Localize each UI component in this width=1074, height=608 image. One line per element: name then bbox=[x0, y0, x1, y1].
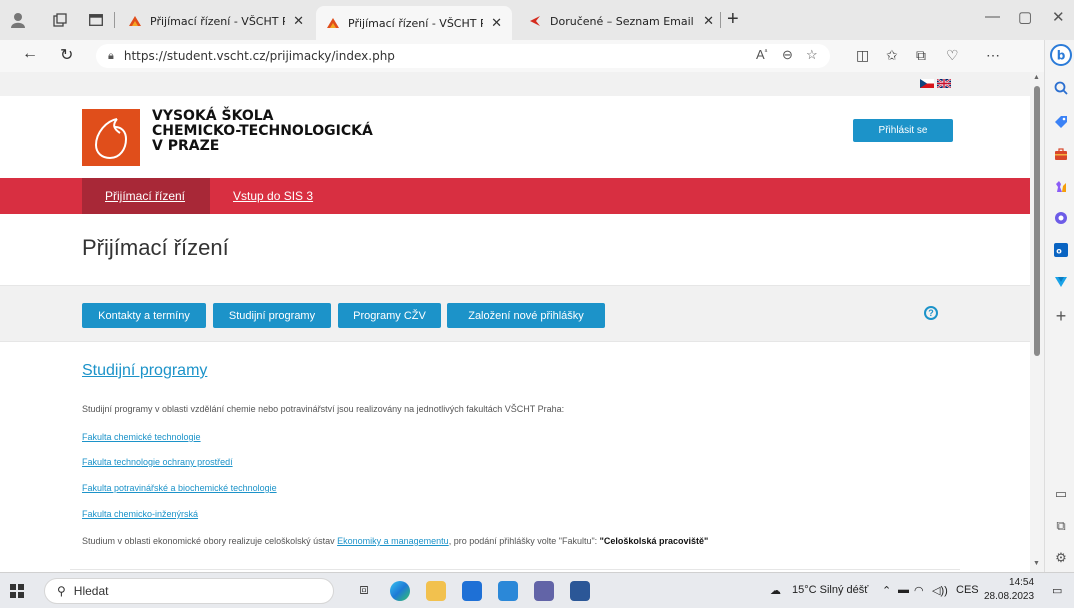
url-text: https://student.vscht.cz/prijimacky/inde… bbox=[123, 49, 395, 63]
language-bar bbox=[0, 72, 1030, 96]
school-name: VYSOKÁ ŠKOLA CHEMICKO-TECHNOLOGICKÁ V PR… bbox=[152, 108, 373, 154]
help-icon[interactable]: ? bbox=[924, 306, 938, 320]
collections-icon[interactable]: ⧉ bbox=[916, 47, 926, 64]
back-icon[interactable]: ← bbox=[22, 45, 38, 63]
close-tab-icon[interactable]: ✕ bbox=[703, 14, 714, 29]
tab-actions-icon[interactable] bbox=[86, 10, 106, 30]
svg-text:b: b bbox=[1057, 49, 1066, 63]
tab-prijimaci-2[interactable]: Přijímací řízení - VŠCHT Praha ✕ bbox=[316, 6, 512, 40]
address-bar[interactable]: 🔒︎ https://student.vscht.cz/prijimacky/i… bbox=[96, 44, 830, 68]
close-tab-icon[interactable]: ✕ bbox=[293, 14, 304, 29]
tray-chevron-icon[interactable]: ⌃ bbox=[882, 584, 891, 597]
volume-icon[interactable]: ◁)) bbox=[932, 584, 948, 597]
language-indicator[interactable]: CES bbox=[956, 584, 979, 596]
close-window-icon[interactable]: ✕ bbox=[1052, 8, 1065, 26]
notifications-icon[interactable]: ▭ bbox=[1052, 584, 1062, 597]
favorites-icon[interactable]: ✩ bbox=[886, 47, 898, 64]
word-icon[interactable] bbox=[570, 581, 590, 601]
workspaces-icon[interactable] bbox=[50, 10, 70, 30]
wifi-icon[interactable]: ◠ bbox=[914, 584, 924, 597]
tab-seznam-email[interactable]: Doručené – Seznam Email ✕ bbox=[518, 6, 724, 36]
more-options-icon[interactable]: ⋯ bbox=[986, 47, 1000, 64]
section-title[interactable]: Studijní programy bbox=[82, 362, 207, 380]
scroll-down-icon[interactable]: ▼ bbox=[1033, 560, 1040, 567]
main-nav: Přijímací řízení Vstup do SIS 3 bbox=[0, 178, 1030, 214]
windows-taskbar: ⚲ Hledat ⧈ ☁ 15°C Silný déšť ⌃ ▬ ◠ ◁)) C… bbox=[0, 572, 1074, 608]
page-scrollbar[interactable]: ▲ ▼ bbox=[1030, 72, 1044, 572]
tab-prijimaci-1[interactable]: Přijímací řízení - VŠCHT Praha ✕ bbox=[118, 6, 314, 36]
games-chess-icon[interactable] bbox=[1053, 178, 1069, 194]
file-explorer-icon[interactable] bbox=[426, 581, 446, 601]
faculty-link[interactable]: Fakulta chemické technologie bbox=[82, 432, 201, 442]
split-screen-icon[interactable]: ◫ bbox=[856, 47, 869, 64]
svg-text:o: o bbox=[1056, 247, 1062, 256]
maximize-icon[interactable]: ▢ bbox=[1018, 8, 1032, 26]
favorite-star-icon[interactable]: ☆ bbox=[806, 47, 818, 63]
economics-link[interactable]: Ekonomiky a managementu bbox=[337, 536, 449, 546]
search-icon: ⚲ bbox=[57, 584, 66, 598]
uk-flag-icon[interactable] bbox=[937, 79, 951, 88]
outlook-icon[interactable]: o bbox=[1053, 242, 1069, 258]
zoom-icon[interactable]: ⊖ bbox=[782, 47, 793, 63]
scroll-thumb[interactable] bbox=[1034, 86, 1040, 356]
lock-icon: 🔒︎ bbox=[108, 49, 114, 62]
faculty-link[interactable]: Fakulta potravinářské a biochemické tech… bbox=[82, 483, 277, 493]
vscht-favicon-icon bbox=[327, 18, 339, 28]
edge-taskbar-icon[interactable] bbox=[390, 581, 410, 601]
drop-icon[interactable] bbox=[1053, 274, 1069, 290]
store-icon[interactable] bbox=[462, 581, 482, 601]
refresh-icon[interactable]: ↻ bbox=[60, 45, 73, 65]
profile-icon[interactable] bbox=[8, 10, 28, 30]
economics-note: Studium v oblasti ekonomické obory reali… bbox=[82, 536, 709, 546]
nav-prijimaci-rizeni[interactable]: Přijímací řízení bbox=[105, 189, 185, 203]
task-view-icon[interactable]: ⧈ bbox=[354, 581, 374, 601]
minimize-icon[interactable]: — bbox=[985, 8, 1000, 25]
czech-flag-icon[interactable] bbox=[920, 79, 934, 88]
weather-text[interactable]: 15°C Silný déšť bbox=[792, 584, 868, 596]
page-viewport: VYSOKÁ ŠKOLA CHEMICKO-TECHNOLOGICKÁ V PR… bbox=[0, 72, 1030, 572]
contacts-dates-button[interactable]: Kontakty a termíny bbox=[82, 303, 206, 328]
browser-tab-strip: Přijímací řízení - VŠCHT Praha ✕ Přijíma… bbox=[0, 0, 1074, 40]
network-icon[interactable]: ▬ bbox=[898, 584, 909, 596]
page-title: Přijímací řízení bbox=[82, 235, 229, 260]
windows-start-icon[interactable] bbox=[10, 584, 24, 598]
new-application-button[interactable]: Založení nové přihlášky bbox=[447, 303, 605, 328]
seznam-favicon-icon bbox=[530, 16, 540, 26]
close-tab-icon[interactable]: ✕ bbox=[491, 16, 502, 31]
login-button[interactable]: Přihlásit se bbox=[853, 119, 953, 142]
add-sidebar-app-icon[interactable]: + bbox=[1053, 306, 1069, 326]
bing-copilot-icon[interactable]: b bbox=[1050, 44, 1072, 66]
czv-programs-button[interactable]: Programy CŽV bbox=[338, 303, 441, 328]
action-button-bar: Kontakty a termíny Studijní programy Pro… bbox=[0, 285, 1030, 342]
clock[interactable]: 14:54 28.08.2023 bbox=[984, 576, 1034, 604]
vscht-favicon-icon bbox=[129, 16, 141, 26]
nav-vstup-sis3[interactable]: Vstup do SIS 3 bbox=[233, 189, 313, 203]
search-icon[interactable] bbox=[1053, 80, 1069, 96]
tools-briefcase-icon[interactable] bbox=[1053, 146, 1069, 162]
teams-icon[interactable] bbox=[534, 581, 554, 601]
new-tab-button[interactable]: + bbox=[727, 8, 739, 31]
taskbar-search[interactable]: ⚲ Hledat bbox=[44, 578, 334, 604]
microsoft-365-icon[interactable] bbox=[1053, 210, 1069, 226]
mail-icon[interactable] bbox=[498, 581, 518, 601]
scroll-up-icon[interactable]: ▲ bbox=[1033, 74, 1040, 81]
study-programs-button[interactable]: Studijní programy bbox=[213, 303, 331, 328]
address-row: ← ↻ 🔒︎ https://student.vscht.cz/prijimac… bbox=[0, 40, 1074, 72]
browser-essentials-icon[interactable]: ♡ bbox=[946, 47, 959, 64]
vscht-logo-icon[interactable] bbox=[82, 109, 140, 166]
shopping-tag-icon[interactable] bbox=[1053, 114, 1069, 130]
external-link-icon[interactable]: ⧉ bbox=[1053, 518, 1069, 534]
faculty-link[interactable]: Fakulta chemicko-inženýrská bbox=[82, 509, 198, 519]
read-aloud-icon[interactable]: Aᵃ bbox=[756, 47, 767, 62]
weather-icon[interactable]: ☁ bbox=[770, 584, 781, 597]
edge-sidebar: b o + ▭ ⧉ ⚙ bbox=[1044, 40, 1074, 572]
settings-gear-icon[interactable]: ⚙ bbox=[1053, 550, 1069, 566]
faculty-link[interactable]: Fakulta technologie ochrany prostředí bbox=[82, 457, 233, 467]
intro-text: Studijní programy v oblasti vzdělání che… bbox=[82, 404, 565, 414]
sidebar-layout-icon[interactable]: ▭ bbox=[1053, 486, 1069, 502]
